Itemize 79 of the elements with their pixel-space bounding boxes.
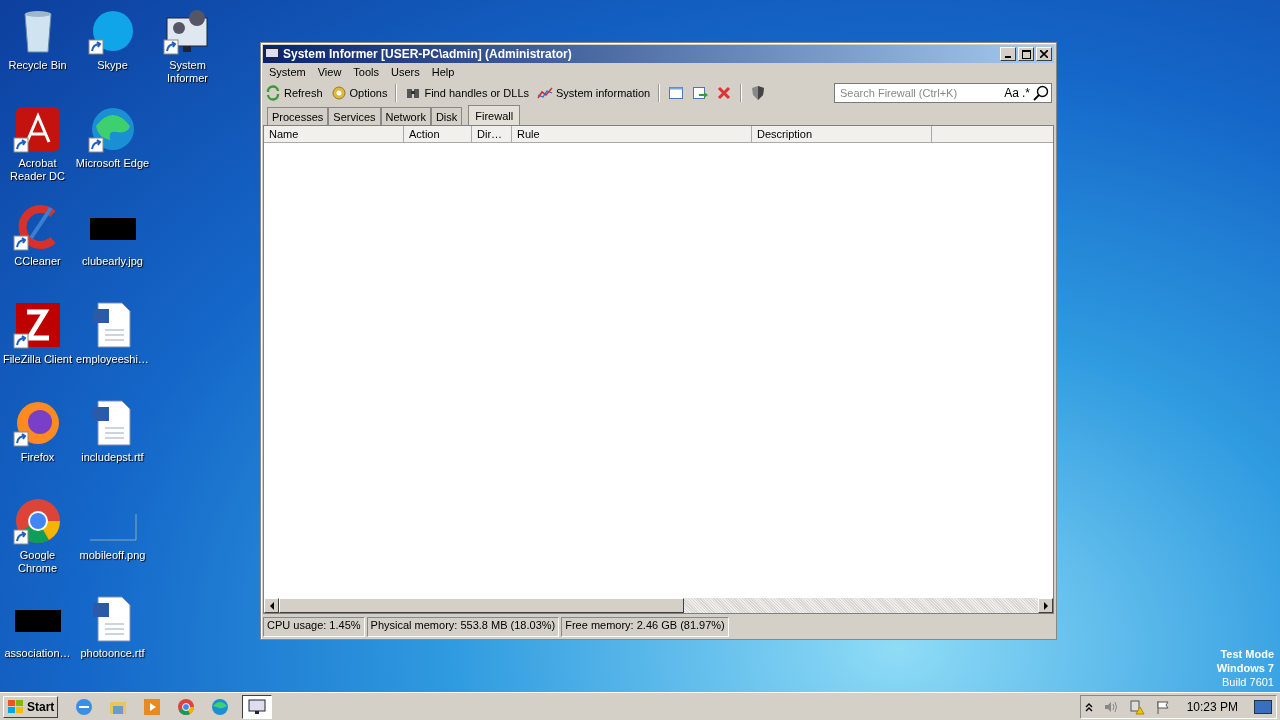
status-panel: Free memory: 2.46 GB (81.97%): [561, 617, 729, 637]
shield-icon: [750, 85, 767, 101]
column-header[interactable]: Description: [752, 126, 932, 142]
right-arrow-icon: [1042, 601, 1049, 610]
icon-label: Recycle Bin: [7, 59, 68, 72]
left-arrow-icon: [268, 601, 275, 610]
go-icon: [692, 85, 709, 101]
scroll-thumb[interactable]: [279, 598, 684, 613]
icon-label: System Informer: [166, 59, 209, 85]
tab[interactable]: Firewall: [468, 105, 521, 125]
icon-label: Skype: [96, 59, 129, 72]
icon-label: employeeshi…: [75, 353, 150, 366]
status-panel: Physical memory: 553.8 MB (18.03%): [366, 617, 560, 637]
toolbar-button[interactable]: System information: [535, 83, 653, 103]
toolbar-button[interactable]: Refresh: [263, 83, 325, 103]
status-panel: CPU usage: 1.45%: [263, 617, 365, 637]
app-icon[interactable]: [12, 496, 63, 546]
chart-icon: [537, 85, 553, 101]
tab[interactable]: Disk: [430, 107, 463, 125]
os-watermark-text: Test Mode: [1220, 647, 1274, 661]
letter-e-icon: [74, 696, 95, 717]
icon-label: includepst.rtf: [80, 451, 145, 464]
play-icon: [142, 696, 163, 717]
icon-label: Google Chrome: [16, 549, 59, 575]
icon-label: Firefox: [19, 451, 56, 464]
refresh-icon: [265, 85, 281, 101]
monitor-icon: [247, 696, 268, 717]
menu-item[interactable]: Tools: [347, 65, 386, 79]
flag-icon[interactable]: [1154, 698, 1171, 715]
icon-label: Microsoft Edge: [75, 157, 150, 170]
column-header[interactable]: Name: [264, 126, 404, 142]
os-watermark-text: Build 7601: [1222, 675, 1274, 689]
app-icon[interactable]: [12, 104, 63, 154]
column-header[interactable]: Rule: [512, 126, 752, 142]
search-icon[interactable]: [1033, 85, 1049, 101]
icon-label: CCleaner: [13, 255, 62, 268]
icon-label: mobileoff.png: [78, 549, 147, 562]
windows-logo-icon: [7, 698, 25, 715]
tab[interactable]: Services: [328, 107, 381, 125]
close-button[interactable]: [1036, 47, 1052, 61]
icon-label: association…: [3, 647, 72, 660]
close-icon: [1040, 50, 1048, 58]
delete-icon: [716, 85, 733, 101]
app-icon: [176, 696, 197, 717]
os-watermark-text: Windows 7: [1216, 661, 1274, 675]
taskbar-app-button[interactable]: [242, 694, 273, 719]
options-icon: [330, 85, 347, 101]
maximize-icon: [1021, 49, 1031, 59]
scroll-right-button[interactable]: [1038, 598, 1053, 613]
toolbar-button[interactable]: Find handles or DLLs: [403, 83, 531, 103]
monitor-icon: [265, 48, 279, 60]
show-desktop-icon[interactable]: [1254, 699, 1272, 714]
minimize-button[interactable]: [1000, 47, 1016, 61]
icon-label: Acrobat Reader DC: [9, 157, 66, 183]
icon-label: clubearly.jpg: [81, 255, 144, 268]
horizontal-scrollbar[interactable]: [264, 598, 1053, 613]
search-field[interactable]: Search Firewall (Ctrl+K) Aa .*: [834, 83, 1052, 103]
window-icon: [668, 85, 685, 101]
match-case-toggle[interactable]: Aa: [1004, 86, 1019, 100]
menu-item[interactable]: View: [311, 65, 348, 79]
menu-item[interactable]: Users: [385, 65, 426, 79]
regex-toggle[interactable]: .*: [1022, 86, 1030, 100]
menu-item[interactable]: System: [263, 65, 312, 79]
icon-label: FileZilla Client: [1, 353, 74, 366]
window-title: System Informer [USER-PC\admin] (Administrator): [283, 47, 573, 61]
toolbar-button[interactable]: Options: [328, 83, 390, 103]
menu-item[interactable]: Help: [425, 65, 461, 79]
app-icon[interactable]: [12, 300, 63, 350]
icon-label: photoonce.rtf: [79, 647, 146, 660]
column-header[interactable]: Action: [404, 126, 472, 142]
start-button[interactable]: Start: [3, 695, 59, 718]
maximize-button[interactable]: [1018, 47, 1034, 61]
tab[interactable]: Network: [380, 107, 431, 125]
chevron-up-icon[interactable]: [1084, 701, 1093, 712]
clock[interactable]: 10:23 PM: [1186, 699, 1238, 714]
column-header[interactable]: Dir…: [472, 126, 512, 142]
tab[interactable]: Processes: [267, 107, 329, 125]
app-icon: [210, 696, 231, 717]
scroll-left-button[interactable]: [264, 598, 279, 613]
